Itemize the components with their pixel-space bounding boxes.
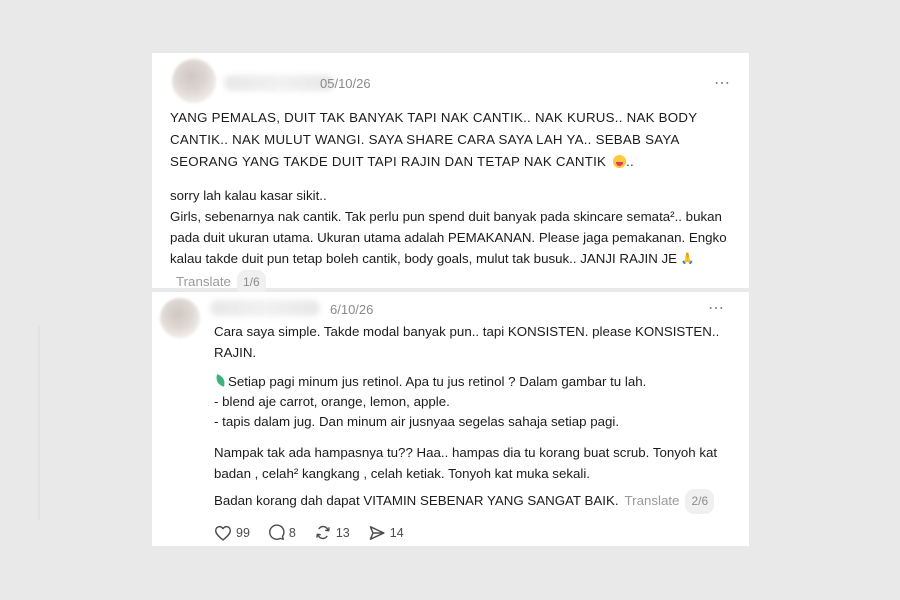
repost-icon: [316, 525, 330, 540]
reply-button[interactable]: 8: [268, 524, 296, 541]
post-uppercase-text-tail: ..: [626, 154, 634, 169]
reply-paragraph-2-line-3: - tapis dalam jug. Dan minum air jusnyaa…: [214, 414, 620, 429]
reply-paragraph-3: Nampak tak ada hampasnya tu?? Haa.. hamp…: [214, 445, 718, 481]
reply-paragraph-2-text: Setiap pagi minum jus retinol. Apa tu ju…: [228, 374, 647, 389]
reply-paragraph-2-line-1: Setiap pagi minum jus retinol. Apa tu ju…: [214, 371, 729, 392]
heart-icon: [215, 525, 231, 541]
drooling-face-emoji-icon: [613, 155, 627, 168]
username-blurred[interactable]: [210, 300, 320, 316]
avatar[interactable]: [172, 59, 216, 103]
reply-count: 8: [288, 525, 296, 540]
translate-link[interactable]: Translate: [625, 493, 680, 508]
more-options-icon[interactable]: ⋯: [714, 76, 731, 92]
send-icon: [369, 525, 385, 540]
post-date: 6/10/26: [330, 302, 374, 317]
page-indicator: 2/6: [685, 489, 715, 514]
like-count: 99: [236, 525, 250, 540]
more-options-icon[interactable]: ⋯: [708, 301, 725, 317]
repost-count: 13: [335, 525, 350, 540]
post-body: Girls, sebenarnya nak cantik. Tak perlu …: [170, 206, 727, 295]
username-blurred[interactable]: [224, 75, 334, 91]
share-count: 14: [389, 525, 404, 540]
post-uppercase-text: YANG PEMALAS, DUIT TAK BANYAK TAPI NAK C…: [170, 107, 735, 173]
repost-button[interactable]: 13: [314, 524, 350, 541]
reply-paragraph-4-text: Badan korang dah dapat VITAMIN SEBENAR Y…: [214, 493, 619, 508]
post-body-text: Girls, sebenarnya nak cantik. Tak perlu …: [170, 209, 727, 266]
post-date: 05/10/26: [320, 76, 371, 91]
post-card-2: 6/10/26 ⋯ Cara saya simple. Takde modal …: [152, 292, 749, 546]
post-body-line-1: sorry lah kalau kasar sikit..: [170, 188, 327, 203]
like-button[interactable]: 99: [214, 525, 250, 541]
comment-bubble-icon: [268, 524, 285, 540]
thread-line: [38, 325, 40, 521]
translate-link[interactable]: Translate: [176, 274, 231, 289]
share-button[interactable]: 14: [368, 525, 404, 541]
reply-paragraph-4: Badan korang dah dapat VITAMIN SEBENAR Y…: [214, 489, 729, 514]
reply-paragraph-2-line-2: - blend aje carrot, orange, lemon, apple…: [214, 394, 450, 409]
avatar[interactable]: [160, 298, 200, 338]
action-bar: 99 8 13 14: [214, 524, 422, 541]
pray-hands-emoji-icon: 🙏: [680, 253, 695, 265]
post-card-1: 05/10/26 ⋯ YANG PEMALAS, DUIT TAK BANYAK…: [152, 53, 749, 295]
reply-paragraph-1: Cara saya simple. Takde modal banyak pun…: [214, 324, 720, 360]
leaf-emoji-icon: [214, 375, 226, 387]
